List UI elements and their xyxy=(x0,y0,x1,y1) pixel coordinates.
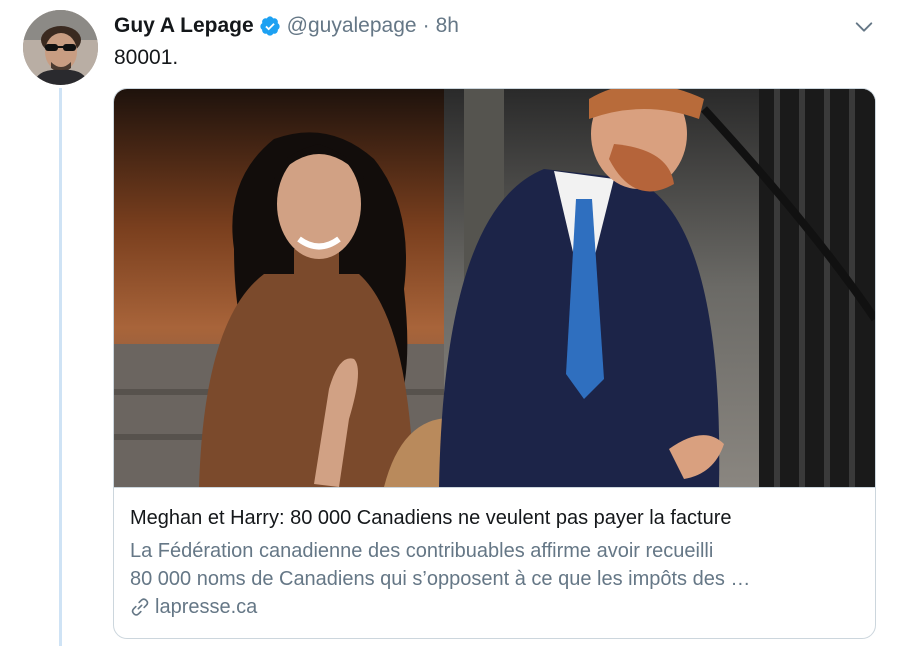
chevron-down-icon[interactable] xyxy=(853,16,875,38)
separator-dot: · xyxy=(422,14,430,37)
card-photo xyxy=(114,89,875,487)
card-domain-text[interactable]: lapresse.ca xyxy=(155,594,257,620)
card-body[interactable]: Meghan et Harry: 80 000 Canadiens ne veu… xyxy=(114,487,875,638)
tweet-text: 80001. xyxy=(114,46,179,69)
tweet-header: Guy A Lepage @guyalepage · 8h xyxy=(114,12,459,40)
link-icon xyxy=(131,598,149,616)
avatar-photo xyxy=(23,10,98,85)
link-card[interactable]: Meghan et Harry: 80 000 Canadiens ne veu… xyxy=(113,88,876,639)
tweet[interactable]: Guy A Lepage @guyalepage · 8h 80001. Meg… xyxy=(0,0,902,646)
timestamp[interactable]: 8h xyxy=(436,14,459,38)
card-description-line: 80 000 noms de Canadiens qui s’opposent … xyxy=(130,568,751,590)
avatar[interactable] xyxy=(23,10,98,85)
display-name[interactable]: Guy A Lepage xyxy=(114,14,254,38)
card-image[interactable] xyxy=(114,89,875,487)
card-description: La Fédération canadienne des contribuabl… xyxy=(130,537,850,593)
card-description-line: La Fédération canadienne des contribuabl… xyxy=(130,540,714,562)
card-title[interactable]: Meghan et Harry: 80 000 Canadiens ne veu… xyxy=(130,505,731,531)
handle[interactable]: @guyalepage xyxy=(287,14,417,38)
card-domain[interactable]: lapresse.ca xyxy=(130,594,257,620)
verified-badge-icon xyxy=(260,16,280,36)
thread-line xyxy=(59,88,62,646)
